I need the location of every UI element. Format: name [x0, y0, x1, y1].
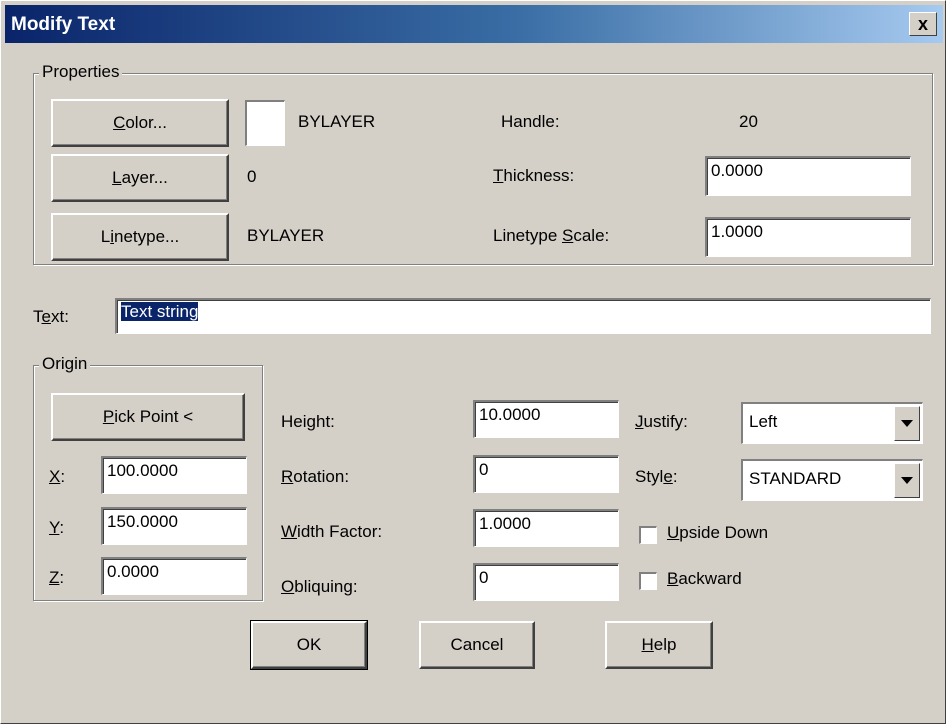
- justify-dropdown-button[interactable]: [894, 406, 920, 441]
- origin-legend: Origin: [39, 354, 91, 374]
- obliquing-label: Obliquing:: [281, 577, 358, 596]
- x-label: X:: [49, 467, 66, 486]
- ok-button[interactable]: OK: [250, 620, 368, 670]
- cancel-button[interactable]: Cancel: [419, 621, 535, 669]
- color-value: BYLAYER: [298, 112, 376, 131]
- handle-label: Handle:: [501, 112, 560, 131]
- thickness-field[interactable]: 0.0000: [705, 156, 911, 196]
- style-label: Style:: [635, 467, 678, 486]
- width-factor-field[interactable]: 1.0000: [473, 509, 619, 547]
- thickness-label: Thickness:: [493, 166, 575, 185]
- justify-label: Justify:: [635, 412, 688, 431]
- window-title: Modify Text: [11, 14, 116, 35]
- text-string-field[interactable]: Text string: [115, 298, 931, 334]
- justify-selected-value: Left: [749, 412, 778, 431]
- color-button[interactable]: Color...: [51, 99, 229, 147]
- title-bar[interactable]: Modify Text x: [5, 5, 943, 43]
- style-dropdown-button[interactable]: [894, 463, 920, 498]
- pick-point-button[interactable]: Pick Point <: [51, 393, 245, 441]
- y-label: Y:: [49, 518, 65, 537]
- modify-text-dialog: Modify Text x Properties Color... BYLAYE…: [0, 0, 946, 724]
- properties-legend: Properties: [39, 62, 123, 82]
- height-field[interactable]: 10.0000: [473, 400, 619, 438]
- upside-down-checkbox[interactable]: [639, 526, 657, 544]
- text-string-selection: Text string: [121, 302, 199, 321]
- handle-value: 20: [739, 112, 758, 131]
- close-icon: x: [917, 14, 928, 34]
- z-field[interactable]: 0.0000: [101, 557, 247, 595]
- backward-checkbox[interactable]: [639, 572, 657, 590]
- close-button[interactable]: x: [909, 12, 937, 36]
- style-dropdown[interactable]: STANDARD: [741, 459, 923, 501]
- text-label: Text:: [33, 307, 69, 326]
- height-label: Height:: [281, 412, 335, 431]
- layer-button[interactable]: Layer...: [51, 154, 229, 202]
- x-field[interactable]: 100.0000: [101, 456, 247, 494]
- z-label: Z:: [49, 568, 65, 587]
- backward-label[interactable]: Backward: [667, 569, 742, 589]
- upside-down-label[interactable]: Upside Down: [667, 523, 768, 543]
- linetype-button[interactable]: Li netype...: [51, 213, 229, 261]
- justify-dropdown[interactable]: Left: [741, 402, 923, 444]
- y-field[interactable]: 150.0000: [101, 507, 247, 545]
- linetype-value: BYLAYER: [247, 226, 325, 245]
- layer-value: 0: [247, 167, 257, 186]
- chevron-down-icon: [901, 420, 913, 427]
- rotation-field[interactable]: 0: [473, 455, 619, 493]
- linetype-scale-label: Linetype Scale:: [493, 226, 610, 245]
- rotation-label: Rotation:: [281, 467, 350, 486]
- help-button[interactable]: Help: [605, 621, 713, 669]
- style-selected-value: STANDARD: [749, 469, 842, 488]
- color-swatch[interactable]: [245, 100, 285, 146]
- linetype-scale-field[interactable]: 1.0000: [705, 217, 911, 257]
- chevron-down-icon: [901, 477, 913, 484]
- width-factor-label: Width Factor:: [281, 522, 383, 541]
- obliquing-field[interactable]: 0: [473, 563, 619, 601]
